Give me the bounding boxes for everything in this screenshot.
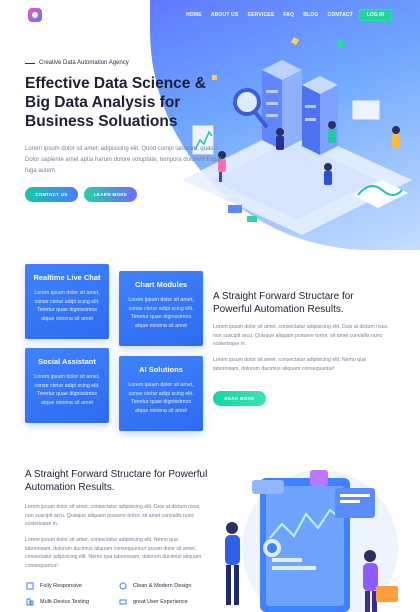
feature-item-testing: Multi-Device Testing: [26, 598, 89, 606]
user-experience-icon: [119, 599, 127, 605]
card-title: Chart Modules: [134, 280, 188, 289]
card-body: Lorem ipsum dolor sit amet, conse ctetur…: [128, 297, 194, 329]
hero-illustration: [182, 36, 412, 235]
feature-item-design: Clean & Modern Design: [119, 582, 191, 590]
nav-faq[interactable]: FAQ: [283, 12, 294, 18]
testing-icon: [26, 598, 34, 606]
feature-card-chart-modules[interactable]: Chart Modules Lorem ipsum dolor sit amet…: [119, 271, 203, 346]
design-icon: [119, 582, 127, 590]
card-title: AI Solutions: [139, 365, 183, 374]
feature-label: Multi-Device Testing: [40, 599, 90, 605]
automation-illustration: [225, 470, 398, 612]
section2-paragraph-1: Lorem ipsum dolor sit amet, consectatur …: [213, 324, 389, 347]
nav-contact[interactable]: CONTACT: [327, 12, 352, 18]
landing-page: HOME ABOUT US SERVICES FAQ BLOG CONTACT …: [0, 0, 420, 612]
hero-title: Effective Data Science & Big Data Analys…: [25, 75, 206, 130]
feature-item-user-experience: great User Experience: [119, 598, 188, 606]
feature-card-live-chat[interactable]: Realtime Live Chat Lorem ipsum dolor sit…: [25, 264, 109, 339]
feature-label: Clean & Modern Design: [133, 583, 192, 589]
contact-us-button[interactable]: CONTACT US: [25, 187, 78, 202]
section3-paragraph-2: Lorem ipsum dolor sit amet, consectatur …: [25, 537, 202, 569]
hero-description: Lorem ipsum dolor sit amet, adipisicing …: [25, 146, 222, 174]
nav-services[interactable]: SERVICES: [248, 12, 275, 18]
section3-paragraph-1: Lorem ipsum dolor sit amet, consectatur …: [25, 504, 201, 527]
section3-title: A Straight Forward Structare for Powerfu…: [25, 469, 208, 493]
brand-logo[interactable]: [28, 8, 42, 22]
card-body: Lorem ipsum dolor sit amet, conse ctetur…: [34, 374, 100, 406]
main-nav: HOME ABOUT US SERVICES FAQ BLOG CONTACT: [186, 12, 362, 18]
learn-more-button[interactable]: LEARN MORE: [84, 187, 137, 202]
card-body: Lorem ipsum dolor sit amet, conse ctetur…: [128, 382, 194, 414]
feature-item-responsive: Fully Responsive: [26, 582, 82, 590]
card-body: Lorem ipsum dolor sit amet, conse ctetur…: [34, 290, 100, 322]
eyebrow-line: [25, 62, 35, 64]
eyebrow-text: Creative Data Automation Agency: [39, 60, 129, 66]
nav-home[interactable]: HOME: [186, 12, 202, 18]
section2-paragraph-2: Lorem ipsum dolor sit amet, consectatur …: [213, 357, 366, 372]
feature-label: Fully Responsive: [40, 583, 82, 589]
feature-card-social-assistant[interactable]: Social Assistant Lorem ipsum dolor sit a…: [25, 348, 109, 423]
read-more-button[interactable]: READ MORE: [213, 391, 266, 406]
responsive-icon: [26, 582, 34, 590]
feature-label: great User Experience: [133, 599, 188, 605]
hero-eyebrow: Creative Data Automation Agency: [25, 60, 129, 66]
card-title: Realtime Live Chat: [33, 273, 101, 282]
feature-card-ai-solutions[interactable]: AI Solutions Lorem ipsum dolor sit amet,…: [119, 356, 203, 431]
section2-title: A Straight Forward Structare for Powerfu…: [213, 291, 354, 315]
card-title: Social Assistant: [38, 357, 96, 366]
nav-about[interactable]: ABOUT US: [211, 12, 239, 18]
login-button[interactable]: LOG IN: [359, 9, 392, 21]
nav-blog[interactable]: BLOG: [303, 12, 318, 18]
